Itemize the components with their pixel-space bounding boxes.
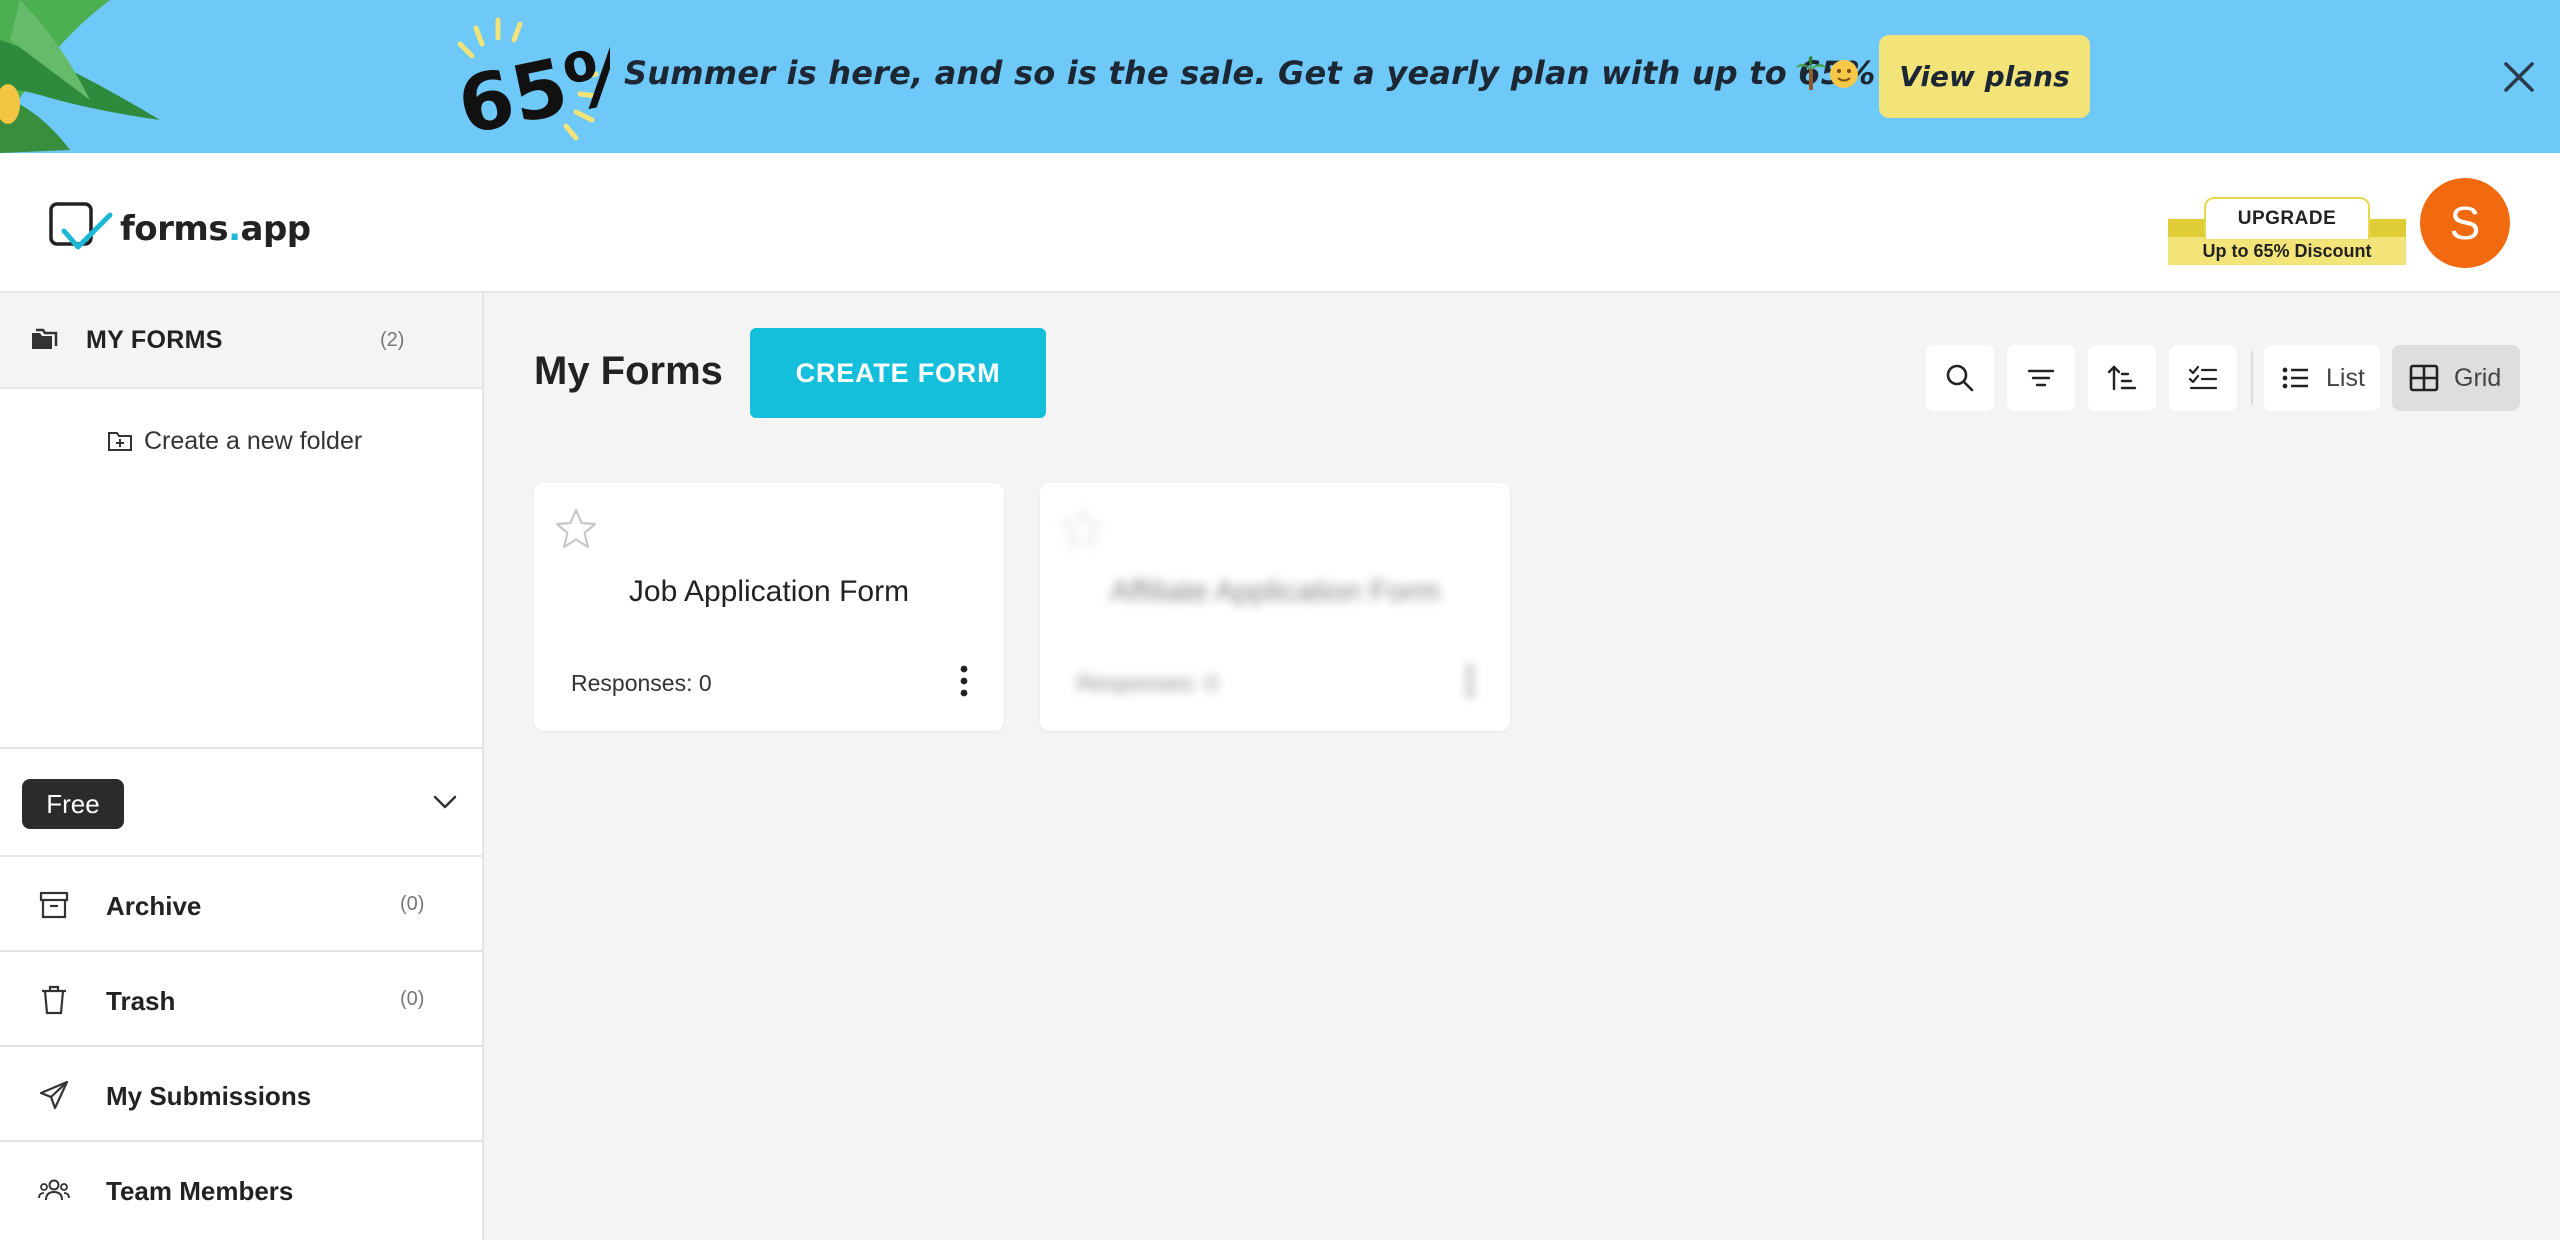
sort-icon [2107,365,2137,391]
smiley-icon [1830,60,1858,88]
view-grid-button[interactable]: Grid [2392,345,2520,411]
trash-count: (0) [400,988,425,1010]
plan-selector[interactable]: Free [0,747,482,857]
app-header: forms.app UPGRADE Up to 65% Discount S [0,153,2560,293]
team-members-label: Team Members [106,1176,294,1206]
view-list-label: List [2326,363,2365,392]
app-logo[interactable]: forms.app [48,201,311,257]
chevron-down-icon [433,795,457,809]
team-icon [38,1179,70,1201]
my-forms-count: (2) [380,329,405,351]
logo-suffix: app [240,209,312,249]
form-card-title: Job Application Form [628,575,910,608]
plan-badge: Free [22,779,124,829]
archive-icon [39,891,69,919]
trash-icon [42,985,66,1015]
archive-label: Archive [106,891,202,921]
create-folder-button[interactable]: Create a new folder [106,421,362,461]
main-content: My Forms CREATE FORM List Grid Job Appli… [486,293,2560,1240]
logo-mark-icon [49,202,113,250]
sort-button[interactable] [2088,345,2156,411]
user-avatar[interactable]: S [2420,178,2510,268]
view-list-button[interactable]: List [2264,345,2380,411]
logo-name: forms [120,209,229,249]
sidebar-item-archive[interactable]: Archive (0) [0,857,482,952]
filter-button[interactable] [2007,345,2075,411]
my-forms-label: MY FORMS [86,326,223,354]
grid-icon [2409,364,2439,392]
logo-text: forms.app [120,209,311,249]
form-card-responses: Responses: 0 [571,670,712,696]
filter-icon [2027,369,2055,387]
view-grid-label: Grid [2454,363,2502,392]
sidebar-item-my-forms[interactable]: MY FORMS (2) [0,293,482,389]
more-options-icon [1452,661,1488,701]
trash-label: Trash [106,986,176,1016]
upgrade-label: UPGRADE [2204,197,2370,239]
form-card-responses: Responses: 0 [1077,670,1218,696]
more-options-icon[interactable] [946,661,982,701]
sidebar-item-trash[interactable]: Trash (0) [0,952,482,1047]
close-icon[interactable] [2498,56,2540,98]
archive-count: (0) [400,893,425,915]
folder-plus-icon [108,432,132,451]
form-card-title: Affiliate Application Form [1110,575,1440,608]
logo-dot: . [228,209,241,249]
select-button[interactable] [2169,345,2237,411]
upgrade-discount-text: Up to 65% Discount [2202,240,2372,261]
promo-emoji-icons [1796,56,1858,90]
sidebar: MY FORMS (2) Create a new folder Free Ar… [0,293,484,1240]
blurred-card-content: Affiliate Application Form Responses: 0 [1040,483,1510,731]
star-icon [1061,508,1103,549]
search-icon [1946,364,1974,392]
create-form-button[interactable]: CREATE FORM [750,328,1046,418]
create-folder-label: Create a new folder [144,426,363,455]
star-icon[interactable] [554,507,598,549]
badge-text: 65% [451,26,610,142]
paper-plane-icon [39,1080,69,1110]
my-submissions-label: My Submissions [106,1081,312,1111]
page-title: My Forms [534,349,723,393]
folder-stack-icon [32,328,58,349]
promo-banner: 65% Summer is here, and so is the sale. … [0,0,2560,153]
select-icon [2188,365,2218,390]
toolbar-divider [2251,351,2253,405]
sidebar-item-my-submissions[interactable]: My Submissions [0,1047,482,1142]
upgrade-button[interactable]: UPGRADE Up to 65% Discount [2168,197,2406,269]
search-button[interactable] [1926,345,1994,411]
palm-leaves-decoration [0,0,160,153]
list-icon [2282,367,2308,389]
discount-badge-icon: 65% [451,17,610,142]
palm-tree-icon [1796,56,1826,90]
form-card[interactable]: Job Application Form Responses: 0 [534,483,1004,731]
form-card[interactable]: Affiliate Application Form Responses: 0 [1040,483,1510,731]
view-plans-button[interactable]: View plans [1879,35,2090,118]
sidebar-item-team-members[interactable]: Team Members [0,1142,482,1237]
